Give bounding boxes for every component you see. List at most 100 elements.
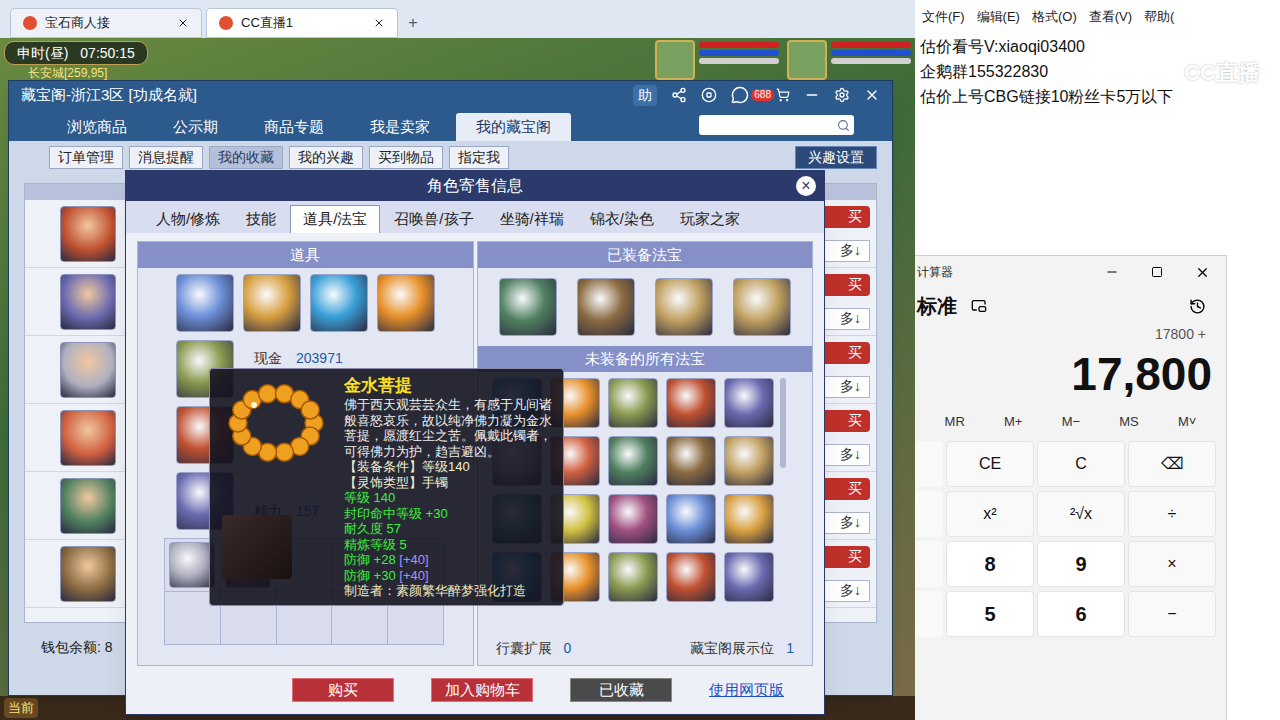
avatar-icon <box>60 342 116 398</box>
maximize-icon[interactable] <box>1151 266 1163 278</box>
calc-key[interactable] <box>915 441 943 487</box>
close-icon[interactable] <box>177 17 189 29</box>
menu-item[interactable]: 编辑(E) <box>975 7 1022 27</box>
item-icon[interactable] <box>655 278 713 336</box>
interest-settings-button[interactable]: 兴趣设置 <box>795 146 877 169</box>
chat-icon[interactable] <box>731 86 749 104</box>
calc-key[interactable]: x² <box>946 491 1034 537</box>
item-icon[interactable] <box>377 274 435 332</box>
calc-key[interactable]: ²√x <box>1037 491 1125 537</box>
item-icon[interactable] <box>608 494 658 544</box>
calc-key[interactable]: C <box>1037 441 1125 487</box>
text-line: 估价看号V:xiaoqi03400 <box>920 34 1275 59</box>
item-icon[interactable] <box>499 278 557 336</box>
item-icon[interactable] <box>724 378 774 428</box>
item-icon[interactable] <box>666 494 716 544</box>
item-icon[interactable] <box>724 436 774 486</box>
calc-key[interactable]: ⌫ <box>1128 441 1216 487</box>
item-icon[interactable] <box>724 552 774 602</box>
subtab[interactable]: 我的兴趣 <box>289 146 363 169</box>
item-icon[interactable] <box>666 378 716 428</box>
item-icon[interactable] <box>608 552 658 602</box>
item-icon[interactable] <box>666 552 716 602</box>
item-icon[interactable] <box>666 436 716 486</box>
dialog-button[interactable]: 已收藏 <box>570 678 672 703</box>
channel-button[interactable]: 当前 <box>4 698 38 718</box>
subtab[interactable]: 消息提醒 <box>129 146 203 169</box>
settings-icon[interactable] <box>834 87 850 103</box>
item-icon[interactable] <box>310 274 368 332</box>
dialog-button[interactable]: 购买 <box>292 678 394 703</box>
subtab-row: 订单管理消息提醒我的收藏我的兴趣买到物品指定我 兴趣设置 <box>24 141 877 173</box>
share-icon[interactable] <box>671 87 687 103</box>
dialog-tab[interactable]: 玩家之家 <box>668 205 752 233</box>
desktop-right: 文件(F) 编辑(E) 格式(O) 查看(V) 帮助( 估价看号V:xiaoqi03400… <box>915 0 1280 720</box>
avatar-icon[interactable] <box>655 40 695 80</box>
subtab[interactable]: 我的收藏 <box>209 146 283 169</box>
stop-icon[interactable] <box>701 87 717 103</box>
item-icon[interactable] <box>608 378 658 428</box>
scrollbar[interactable] <box>780 378 786 468</box>
dialog-tab[interactable]: 召唤兽/孩子 <box>382 205 485 233</box>
dialog-button[interactable]: 加入购物车 <box>431 678 533 703</box>
menu-item[interactable]: 查看(V) <box>1087 7 1134 27</box>
cbg-tab[interactable]: 我是卖家 <box>350 113 450 141</box>
close-icon[interactable] <box>864 87 880 103</box>
calc-key[interactable] <box>915 491 943 537</box>
minimize-icon[interactable] <box>804 87 820 103</box>
calc-key[interactable] <box>915 591 943 637</box>
item-icon[interactable] <box>733 278 791 336</box>
calc-key[interactable] <box>915 541 943 587</box>
cbg-tab[interactable]: 浏览商品 <box>47 113 147 141</box>
calc-key[interactable]: − <box>1128 591 1216 637</box>
calc-key[interactable]: 5 <box>946 591 1034 637</box>
cbg-tab[interactable]: 我的藏宝阁 <box>456 113 571 141</box>
item-icon[interactable] <box>176 274 234 332</box>
calc-key[interactable]: × <box>1128 541 1216 587</box>
close-icon[interactable] <box>373 17 385 29</box>
subtab[interactable]: 指定我 <box>449 146 509 169</box>
cbg-tab[interactable]: 公示期 <box>153 113 238 141</box>
memory-button[interactable]: M+ <box>1004 412 1022 432</box>
menu-item[interactable]: 帮助( <box>1142 7 1176 27</box>
help-button[interactable]: 助 <box>633 85 657 106</box>
dialog-tab[interactable]: 坐骑/祥瑞 <box>488 205 576 233</box>
subtab[interactable]: 订单管理 <box>49 146 123 169</box>
calc-key[interactable]: 8 <box>946 541 1034 587</box>
dialog-tab[interactable]: 道具/法宝 <box>290 205 380 233</box>
memory-button[interactable]: MR <box>945 412 965 432</box>
calc-key[interactable]: 6 <box>1037 591 1125 637</box>
subtab[interactable]: 买到物品 <box>369 146 443 169</box>
dialog-close-button[interactable]: × <box>796 176 816 196</box>
browser-tab[interactable]: CC直播1 <box>206 8 398 38</box>
web-version-link[interactable]: 使用网页版 <box>709 679 784 702</box>
new-tab-button[interactable]: + <box>402 12 424 34</box>
calc-key[interactable]: CE <box>946 441 1034 487</box>
keep-on-top-icon[interactable] <box>971 298 987 314</box>
avatar-icon <box>60 206 116 262</box>
item-icon[interactable] <box>243 274 301 332</box>
menu-item[interactable]: 文件(F) <box>920 7 967 27</box>
menu-item[interactable]: 格式(O) <box>1030 7 1079 27</box>
cart-icon[interactable] <box>776 88 790 102</box>
memory-button[interactable]: MS <box>1119 412 1139 432</box>
cbg-tab[interactable]: 商品专题 <box>244 113 344 141</box>
cbg-title-bar: 藏宝阁-浙江3区 [功成名就]助688 <box>9 81 892 109</box>
memory-button[interactable]: M˅ <box>1178 412 1196 432</box>
dialog-tab[interactable]: 技能 <box>234 205 288 233</box>
item-icon[interactable] <box>577 278 635 336</box>
dialog-tab[interactable]: 锦衣/染色 <box>578 205 666 233</box>
avatar-icon[interactable] <box>787 40 827 80</box>
tab-favicon-icon <box>219 16 233 30</box>
close-icon[interactable] <box>1195 265 1210 280</box>
item-icon[interactable] <box>724 494 774 544</box>
search-field[interactable] <box>699 115 854 135</box>
calc-key[interactable]: ÷ <box>1128 491 1216 537</box>
browser-tab[interactable]: 宝石商人接 <box>10 8 202 38</box>
history-icon[interactable] <box>1189 298 1206 315</box>
calc-key[interactable]: 9 <box>1037 541 1125 587</box>
memory-button[interactable]: M− <box>1062 412 1080 432</box>
minimize-icon[interactable] <box>1105 265 1119 279</box>
item-icon[interactable] <box>608 436 658 486</box>
dialog-tab[interactable]: 人物/修炼 <box>144 205 232 233</box>
